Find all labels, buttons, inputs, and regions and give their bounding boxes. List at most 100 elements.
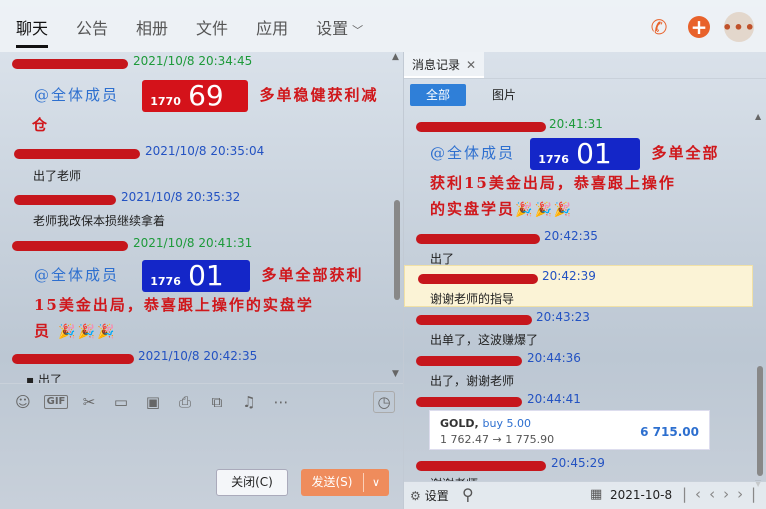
- phone-icon[interactable]: ✆: [644, 12, 674, 42]
- trade-card[interactable]: GOLD, buy 5.00 1 762.47 → 1 775.90 6 715…: [429, 410, 710, 450]
- sender-name-redacted: [12, 56, 128, 69]
- message-text-line2: 获利15美金出局，恭喜跟上操作: [430, 174, 676, 192]
- trade-symbol-text: GOLD,: [440, 417, 479, 430]
- badge-number: 01: [576, 137, 612, 170]
- message-input[interactable]: [0, 419, 403, 465]
- scroll-down-icon[interactable]: ▼: [392, 369, 399, 379]
- search-icon[interactable]: ⚲: [462, 485, 474, 504]
- gear-icon: ⚙: [410, 489, 421, 503]
- trade-side: buy 5.00: [482, 417, 531, 430]
- sender-name-redacted: [416, 353, 522, 366]
- close-button[interactable]: 关闭(C): [216, 469, 288, 496]
- tab-files[interactable]: 文件: [196, 0, 228, 52]
- message-text: 谢谢老师的指导: [430, 292, 515, 306]
- sender-name-redacted: [14, 146, 140, 159]
- badge-prefix: 1776: [150, 275, 181, 288]
- sender-name-redacted: [416, 312, 532, 325]
- message-time: 20:44:41: [527, 392, 581, 406]
- filter-images-button[interactable]: 图片: [492, 84, 516, 106]
- history-date[interactable]: 2021-10-8: [610, 488, 672, 502]
- badge-prefix: 1776: [538, 153, 569, 166]
- send-button[interactable]: 发送(S) ∨: [301, 469, 389, 496]
- badge-number: 69: [188, 79, 224, 112]
- sender-name-redacted: [12, 351, 134, 364]
- message-text-line1: 多单全部获利: [261, 266, 364, 284]
- history-clock-icon[interactable]: ◷: [373, 391, 395, 413]
- scroll-thumb[interactable]: [757, 366, 763, 476]
- folder-icon[interactable]: ▭: [110, 391, 132, 413]
- message-time: 2021/10/8 20:41:31: [133, 236, 253, 250]
- prev-page-icon[interactable]: ‹: [709, 485, 723, 503]
- mention-all[interactable]: @全体成员: [34, 86, 119, 104]
- send-button-label: 发送(S): [311, 475, 353, 489]
- more-icon[interactable]: ⋯: [270, 391, 292, 413]
- clipboard-icon[interactable]: ⧉: [206, 391, 228, 413]
- tab-message-history[interactable]: 消息记录 ✕: [404, 52, 484, 78]
- trade-symbol: GOLD, buy 5.00: [440, 417, 531, 430]
- message-time: 20:42:39: [542, 269, 596, 283]
- price-badge: 1776 01: [530, 137, 641, 170]
- history-pagination: |‹‹››|: [682, 485, 764, 503]
- party-popper-icon: 🎉🎉🎉: [515, 202, 574, 218]
- message-text: 出了老师: [33, 169, 82, 183]
- last-page-icon[interactable]: ›|: [737, 485, 764, 503]
- history-settings-button[interactable]: ⚙ 设置: [410, 487, 449, 504]
- tab-album[interactable]: 相册: [136, 0, 168, 52]
- message-announcement: @全体成员 1770 69 多单稳健获利减 仓: [32, 79, 394, 138]
- badge-prefix: 1770: [150, 95, 181, 108]
- close-icon[interactable]: ✕: [466, 58, 476, 72]
- first-page-icon[interactable]: |‹: [682, 485, 709, 503]
- message-text-line1: 多单稳健获利减: [259, 86, 379, 104]
- input-toolbar: ☺ GIF ✂ ▭ ▣ ⎙ ⧉ ♫ ⋯ ◷: [0, 383, 403, 419]
- gif-icon[interactable]: GIF: [44, 394, 68, 409]
- tab-settings-label: 设置: [316, 19, 349, 38]
- message-text-line2: 15美金出局，恭喜跟上操作的实盘学: [34, 296, 314, 314]
- sender-name-redacted: [416, 394, 522, 407]
- scissors-icon[interactable]: ✂: [78, 391, 100, 413]
- tab-label: 消息记录: [412, 58, 461, 72]
- sender-name-redacted: [416, 231, 540, 244]
- message-time: 20:44:36: [527, 351, 581, 365]
- trade-profit: 6 715.00: [640, 425, 699, 439]
- chat-scrollbar[interactable]: ▲ ▼: [392, 52, 402, 383]
- next-page-icon[interactable]: ›: [723, 485, 737, 503]
- emoji-icon[interactable]: ☺: [12, 391, 34, 413]
- message-text-line3: 员: [34, 322, 52, 340]
- scroll-thumb[interactable]: [394, 200, 400, 300]
- message-time: 2021/10/8 20:35:32: [121, 190, 241, 204]
- chevron-down-icon[interactable]: ∨: [363, 469, 389, 496]
- top-bar: 聊天 公告 相册 文件 应用 设置 ﹀ ✆ + •••: [0, 0, 766, 52]
- scroll-up-icon[interactable]: ▲: [392, 52, 399, 62]
- sender-name-redacted: [418, 271, 538, 284]
- calendar-icon[interactable]: ▦: [590, 487, 602, 502]
- message-time: 2021/10/8 20:35:04: [145, 144, 265, 158]
- image-icon[interactable]: ▣: [142, 391, 164, 413]
- bell-icon[interactable]: ♫: [238, 391, 260, 413]
- tab-chat[interactable]: 聊天: [16, 0, 49, 52]
- message-time: 20:45:29: [551, 456, 605, 470]
- more-icon[interactable]: •••: [722, 12, 755, 42]
- scroll-up-icon[interactable]: ▲: [755, 112, 761, 121]
- tab-apps[interactable]: 应用: [256, 0, 288, 52]
- sender-name-redacted: [416, 119, 546, 132]
- message-text-line1: 多单全部: [651, 144, 720, 162]
- sender-name-redacted: [416, 458, 546, 471]
- message-text-line3: 的实盘学员: [430, 200, 516, 218]
- chevron-down-icon: ﹀: [352, 24, 364, 37]
- tab-settings[interactable]: 设置 ﹀: [316, 0, 363, 52]
- message-announcement: @全体成员 1776 01 多单全部获利 15美金出局，恭喜跟上操作的实盘学 员…: [34, 260, 394, 345]
- history-footer: ⚙ 设置 ⚲ ▦ 2021-10-8 |‹‹››|: [404, 481, 766, 509]
- tab-announcements[interactable]: 公告: [76, 0, 108, 52]
- filter-all-button[interactable]: 全部: [410, 84, 466, 106]
- history-scrollbar[interactable]: ▲ ▼: [755, 112, 764, 488]
- price-badge: 1776 01: [142, 260, 251, 292]
- message-time: 20:42:35: [544, 229, 598, 243]
- plus-icon[interactable]: +: [688, 15, 710, 39]
- message-time: 2021/10/8 20:42:35: [138, 349, 258, 363]
- screenshot-icon[interactable]: ⎙: [174, 391, 196, 413]
- main-tabs: 聊天 公告 相册 文件 应用 设置 ﹀: [16, 0, 391, 52]
- mention-all[interactable]: @全体成员: [34, 266, 119, 284]
- party-popper-icon: 🎉🎉🎉: [58, 324, 117, 340]
- mention-all[interactable]: @全体成员: [430, 144, 515, 162]
- message-text: 出了，谢谢老师: [430, 374, 515, 388]
